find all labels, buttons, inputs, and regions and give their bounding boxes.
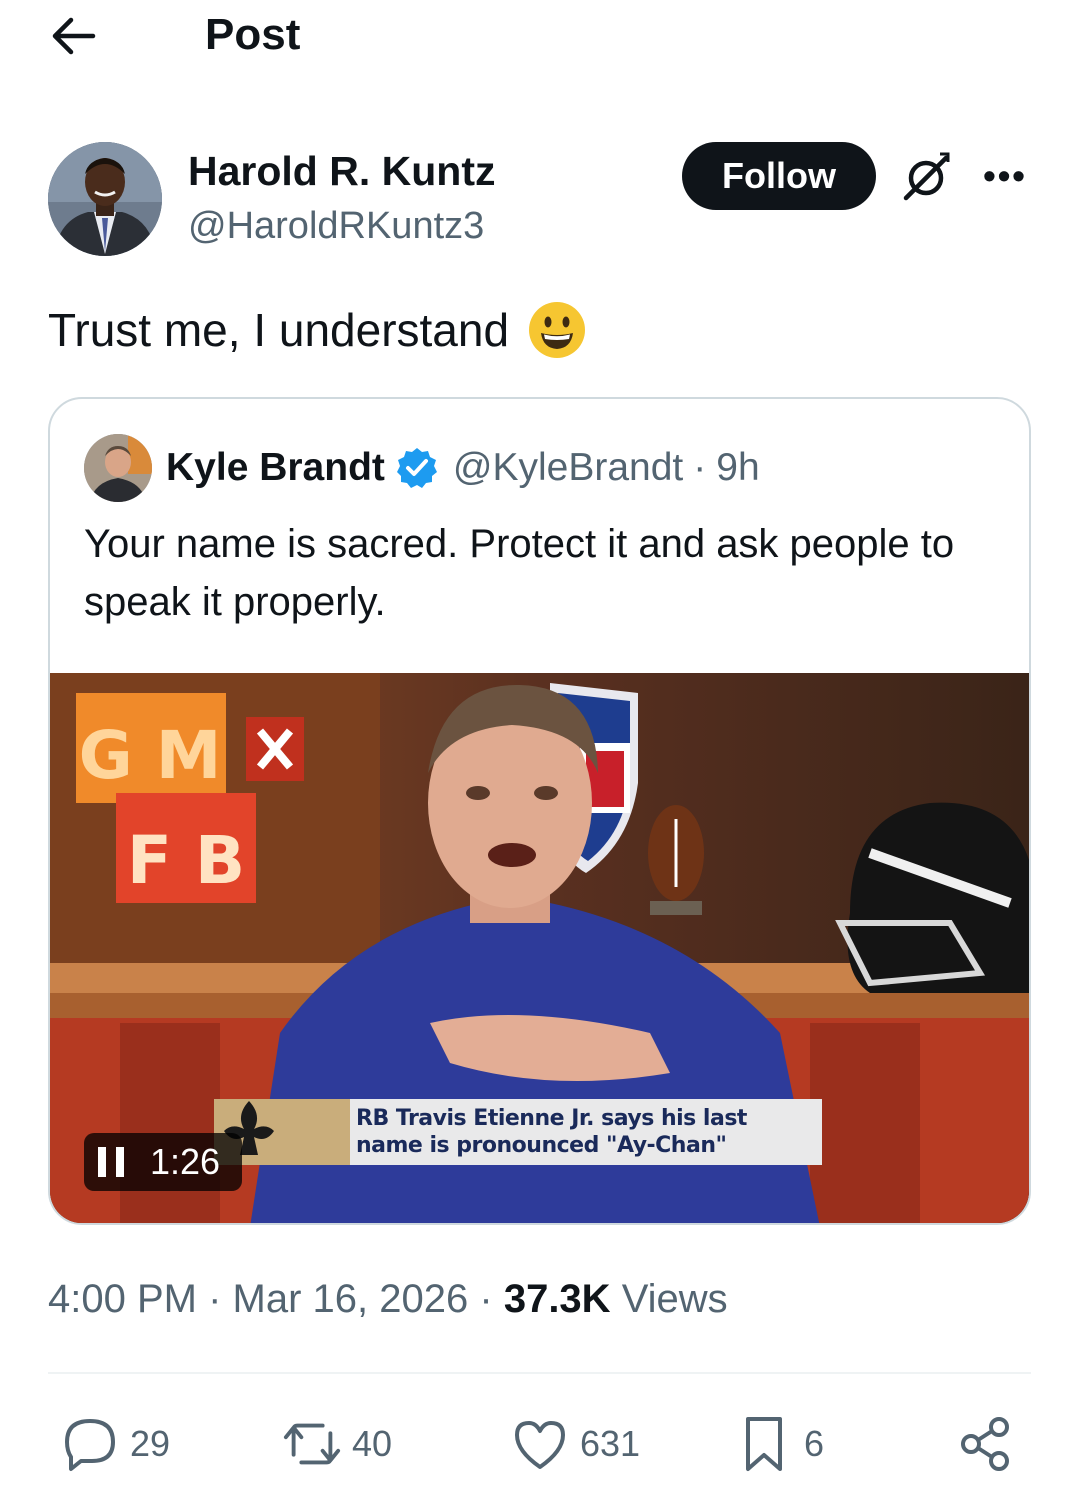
author-avatar[interactable]	[48, 142, 162, 256]
separator-dot: ·	[693, 446, 707, 489]
bookmark-count: 6	[804, 1423, 825, 1464]
quoted-author-avatar[interactable]	[84, 434, 152, 502]
repost-icon	[283, 1423, 341, 1465]
page-title: Post	[205, 10, 301, 59]
bookmark-icon	[746, 1417, 782, 1471]
quoted-post[interactable]: Kyle Brandt @KyleBrandt · 9h Your name i…	[48, 397, 1031, 1225]
follow-button[interactable]: Follow	[682, 142, 876, 210]
post-meta: 4:00 PM · Mar 16, 2026 · 37.3K Views	[48, 1274, 728, 1324]
sign-bottom-text: F B	[127, 822, 245, 899]
quoted-post-time[interactable]: 9h	[716, 446, 759, 490]
views-count[interactable]: 37.3K	[504, 1277, 611, 1321]
share-button[interactable]	[956, 1414, 1026, 1474]
repost-button[interactable]: 40	[282, 1414, 392, 1474]
post-date: Mar 16, 2026	[232, 1277, 469, 1321]
chyron-text: RB Travis Etienne Jr. says his last name…	[356, 1106, 747, 1158]
player-controls[interactable]: 1:26	[84, 1133, 242, 1191]
divider	[48, 1372, 1031, 1374]
reply-button[interactable]: 29	[60, 1414, 170, 1474]
post-time: 4:00 PM	[48, 1277, 197, 1321]
reply-icon	[65, 1419, 115, 1471]
pause-icon[interactable]	[98, 1147, 124, 1177]
grinning-face-emoji-icon	[529, 302, 586, 358]
arrow-left-icon	[52, 17, 96, 55]
author-row: Harold R. Kuntz @HaroldRKuntz3 Follow ••…	[48, 142, 1038, 262]
video-duration: 1:26	[150, 1141, 221, 1182]
separator-dot: ·	[208, 1277, 222, 1321]
grok-button[interactable]	[900, 150, 954, 204]
post-text: Trust me, I understand	[48, 304, 510, 356]
quoted-author-handle[interactable]: @KyleBrandt	[453, 446, 683, 490]
like-count: 631	[580, 1423, 641, 1464]
repost-count: 40	[352, 1423, 393, 1464]
video-player[interactable]: G M F B RB Travis Etienne Jr. says his l…	[50, 673, 1029, 1223]
views-label: Views	[621, 1277, 728, 1321]
verified-badge-icon	[396, 448, 437, 488]
separator-dot: ·	[479, 1277, 493, 1321]
heart-icon	[515, 1421, 565, 1469]
author-name[interactable]: Harold R. Kuntz	[188, 146, 495, 196]
quoted-post-text: Your name is sacred. Protect it and ask …	[84, 522, 955, 624]
action-bar: 29 40 631 6	[0, 1400, 1080, 1490]
sign-top-text: G M	[79, 717, 222, 794]
grok-icon	[903, 152, 950, 201]
post-text-row: Trust me, I understand	[48, 298, 587, 362]
more-icon: •••	[983, 155, 1027, 196]
quoted-author-name[interactable]: Kyle Brandt	[166, 446, 385, 490]
like-button[interactable]: 631	[510, 1414, 640, 1474]
more-options-button[interactable]: •••	[980, 155, 1030, 196]
reply-count: 29	[130, 1423, 171, 1464]
author-handle[interactable]: @HaroldRKuntz3	[188, 202, 484, 250]
share-icon	[961, 1417, 1009, 1471]
video-chyron: RB Travis Etienne Jr. says his last name…	[214, 1099, 822, 1165]
top-bar: Post	[0, 0, 1080, 80]
back-button[interactable]	[48, 12, 100, 60]
quoted-post-header: Kyle Brandt @KyleBrandt · 9h	[84, 433, 1004, 503]
bookmark-button[interactable]: 6	[734, 1414, 824, 1474]
